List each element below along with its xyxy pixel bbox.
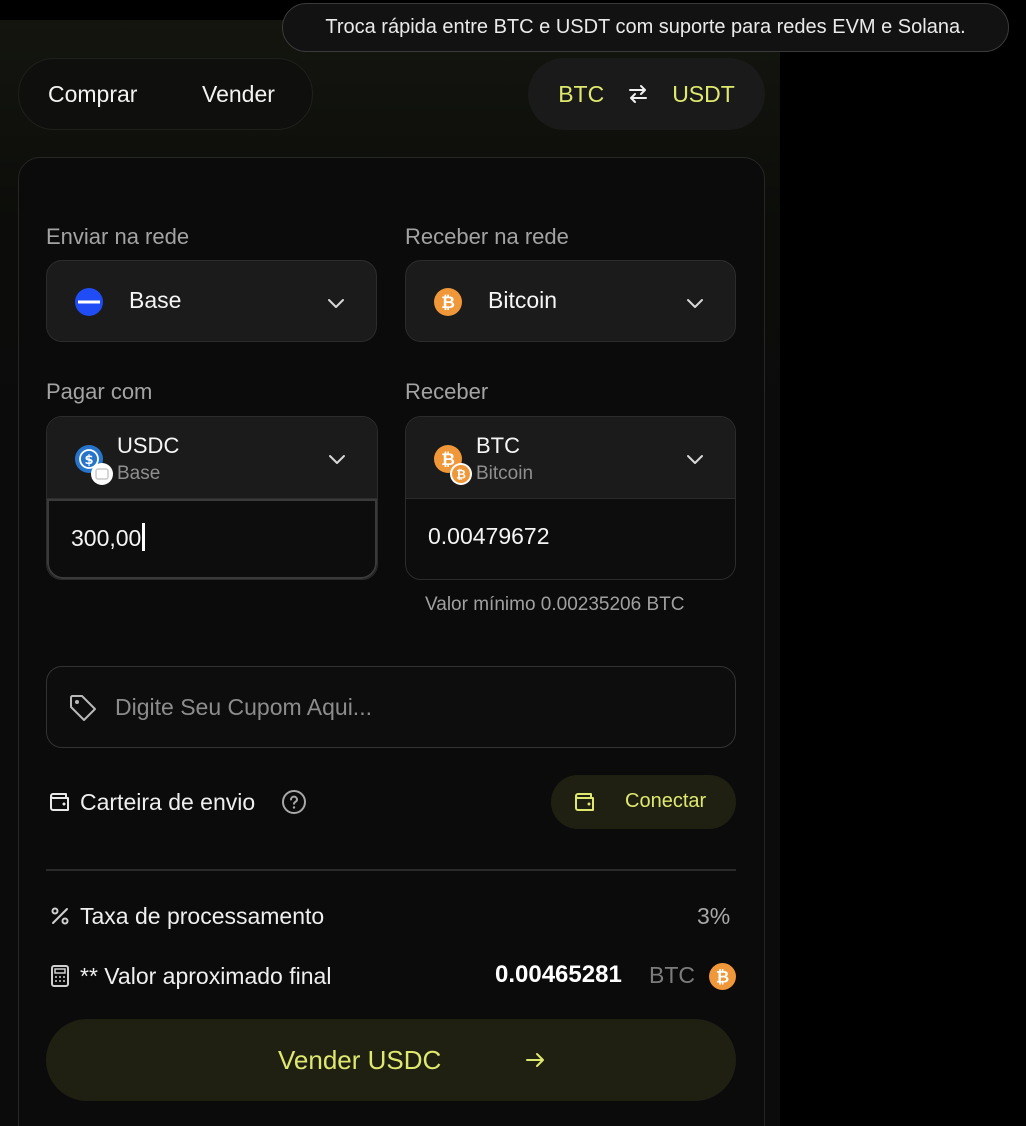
wallet-icon: [50, 793, 69, 811]
bitcoin-icon: ₿: [434, 288, 462, 316]
coupon-input[interactable]: [115, 687, 715, 727]
pay-label: Pagar com: [46, 379, 153, 404]
chevron-down-icon: [328, 299, 344, 308]
pay-asset-box: $ USDC Base 300,00: [46, 416, 378, 580]
pay-asset-select[interactable]: $ USDC Base: [47, 417, 377, 499]
receive-network-label: Receber na rede: [405, 224, 569, 249]
calculator-icon: [51, 965, 69, 987]
swap-arrows-icon[interactable]: [626, 82, 650, 106]
fee-label: Taxa de processamento: [80, 903, 325, 929]
send-network-value: Base: [129, 287, 182, 313]
fee-value: 3%: [697, 903, 731, 929]
svg-text:₿: ₿: [441, 293, 455, 313]
divider: [46, 869, 736, 871]
chevron-down-icon: [687, 455, 703, 464]
pay-asset-symbol: USDC: [117, 433, 180, 458]
receive-amount-value: 0.00479672: [428, 523, 550, 549]
wallet-icon: [575, 793, 594, 811]
chevron-down-icon: [329, 455, 345, 464]
base-network-badge-icon: [91, 463, 113, 485]
mode-toggle: Comprar Vender: [18, 58, 313, 130]
pair-to: USDT: [672, 80, 735, 107]
receive-network-select[interactable]: ₿ Bitcoin: [405, 260, 736, 342]
chevron-down-icon: [687, 299, 703, 308]
help-circle-icon[interactable]: [281, 789, 307, 815]
wallet-label: Carteira de envio: [80, 789, 256, 815]
sell-tab[interactable]: Vender: [202, 81, 275, 108]
receive-label: Receber: [405, 379, 489, 404]
app-root: Troca rápida entre BTC e USDT com suport…: [0, 0, 1026, 1126]
bitcoin-network-badge-icon: ₿: [450, 463, 472, 485]
base-network-icon: [75, 288, 103, 316]
sell-submit-button[interactable]: Vender USDC: [46, 1019, 736, 1101]
receive-asset-box: ₿ ₿ BTC Bitcoin 0.00479672: [405, 416, 736, 580]
bitcoin-icon: ₿: [709, 963, 736, 990]
pair-selector[interactable]: BTC USDT: [528, 58, 765, 130]
receive-network-value: Bitcoin: [488, 287, 558, 313]
tag-icon: [70, 695, 96, 721]
receive-asset-select[interactable]: ₿ ₿ BTC Bitcoin: [406, 417, 735, 499]
text-caret: [142, 523, 146, 551]
submit-label: Vender USDC: [278, 1045, 442, 1075]
final-unit: BTC: [649, 962, 695, 988]
buy-tab[interactable]: Comprar: [48, 81, 137, 108]
send-network-select[interactable]: Base: [46, 260, 377, 342]
send-network-label: Enviar na rede: [46, 224, 190, 249]
pay-asset-network: Base: [117, 463, 161, 484]
pair-from: BTC: [558, 80, 605, 107]
connect-label: Conectar: [625, 790, 707, 812]
svg-text:₿: ₿: [456, 468, 466, 482]
receive-asset-network: Bitcoin: [476, 463, 534, 484]
pay-amount-value: 300,00: [71, 525, 142, 551]
svg-text:₿: ₿: [716, 967, 729, 986]
final-value: 0.00465281: [495, 961, 622, 988]
percent-icon: [51, 907, 69, 925]
pay-amount-input[interactable]: 300,00: [47, 499, 377, 579]
connect-wallet-button[interactable]: Conectar: [551, 775, 736, 829]
info-tooltip: Troca rápida entre BTC e USDT com suport…: [282, 3, 1009, 52]
arrow-right-icon: [526, 1053, 544, 1067]
minimum-value-note: Valor mínimo 0.00235206 BTC: [425, 594, 685, 615]
final-label: ** Valor aproximado final: [80, 963, 332, 989]
tooltip-text: Troca rápida entre BTC e USDT com suport…: [325, 16, 966, 38]
receive-asset-symbol: BTC: [476, 433, 520, 458]
coupon-field: [46, 666, 736, 748]
